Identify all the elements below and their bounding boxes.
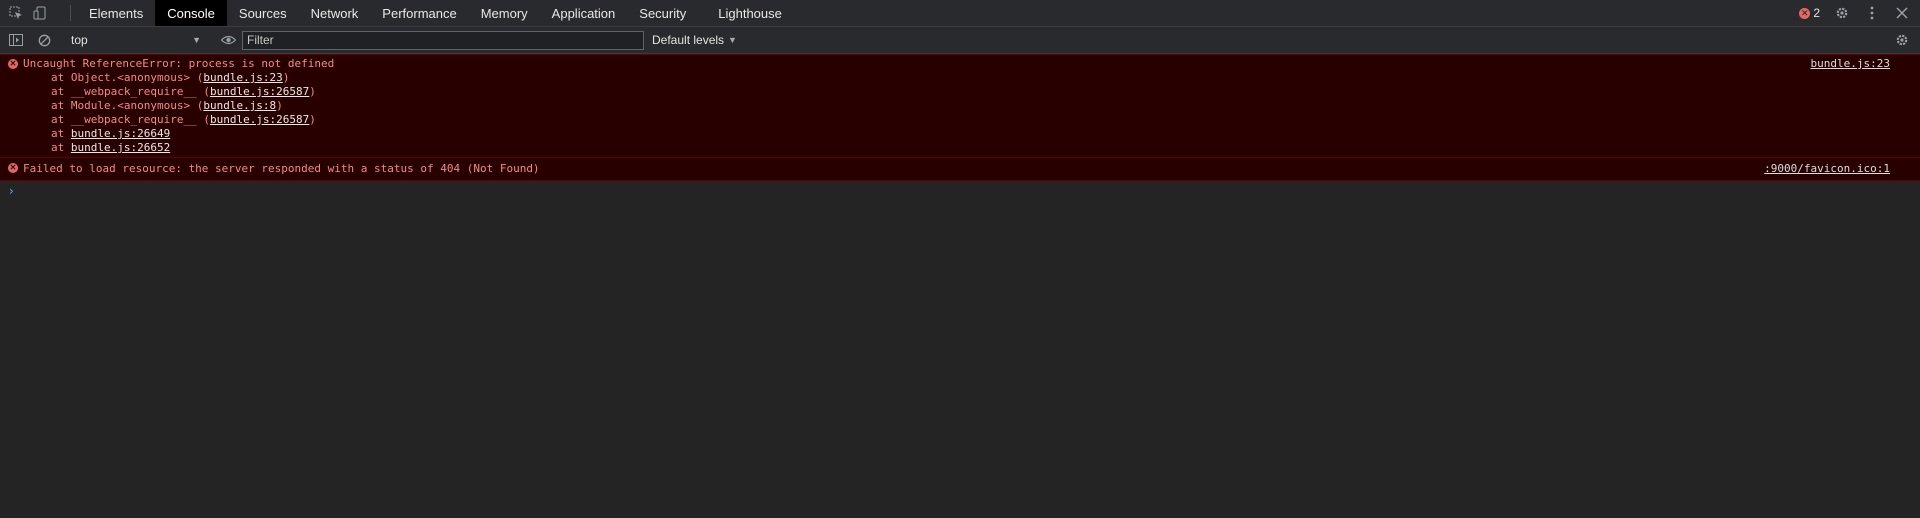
frame-text: at [51,141,71,154]
stack-frame: at __webpack_require__ (bundle.js:26587) [23,113,1920,127]
close-icon[interactable] [1894,5,1910,21]
tab-memory[interactable]: Memory [469,0,540,26]
devtools-toolbar: Elements Console Sources Network Perform… [0,0,1920,27]
frame-text: at Object.<anonymous> ( [51,71,204,84]
tab-network[interactable]: Network [299,0,371,26]
tab-sources[interactable]: Sources [227,0,299,26]
error-icon: ✕ [8,163,18,173]
dropdown-caret-icon: ▼ [728,35,737,45]
error-text: Failed to load resource: the server resp… [23,162,540,175]
frame-link[interactable]: bundle.js:26652 [71,141,170,154]
frame-text: at __webpack_require__ ( [51,113,210,126]
context-selector[interactable]: top ▼ [65,33,207,47]
error-icon: ✕ [8,59,18,69]
more-vert-icon[interactable] [1864,5,1880,21]
log-levels-label: Default levels [652,33,725,47]
log-levels-dropdown[interactable]: Default levels ▼ [652,33,737,47]
panel-tabs: Elements Console Sources Network Perform… [77,0,794,26]
console-prompt[interactable]: › [0,181,1920,198]
stack-frame: at bundle.js:26649 [23,127,1920,141]
frame-text: at [51,127,71,140]
frame-suffix: ) [282,71,290,84]
stack-frame: at Module.<anonymous> (bundle.js:8) [23,99,1920,113]
gear-icon[interactable] [1834,5,1850,21]
frame-link[interactable]: bundle.js:8 [203,99,276,112]
frame-suffix: ) [276,99,283,112]
eye-icon[interactable] [220,32,236,48]
toolbar-divider [70,5,71,21]
stack-frame: at bundle.js:26652 [23,141,1920,155]
error-icon: ✕ [1799,7,1811,19]
context-value: top [71,33,88,47]
console-filter-bar: top ▼ Default levels ▼ [0,27,1920,54]
gear-icon[interactable] [1894,32,1910,48]
dropdown-caret-icon: ▼ [192,35,201,45]
error-text: Uncaught ReferenceError: process is not … [23,57,335,70]
tab-security[interactable]: Security [627,0,698,26]
frame-link[interactable]: bundle.js:26649 [71,127,170,140]
console-error-message: ✕ Failed to load resource: the server re… [0,158,1920,181]
stack-frame: at Object.<anonymous> (bundle.js:23) [23,71,1920,85]
tab-console[interactable]: Console [155,0,227,26]
clear-console-icon[interactable] [36,32,52,48]
sidebar-toggle-icon[interactable] [8,32,24,48]
source-link[interactable]: :9000/favicon.ico:1 [1764,162,1890,176]
frame-link[interactable]: bundle.js:26587 [210,85,309,98]
tab-lighthouse[interactable]: Lighthouse [698,0,794,26]
frame-link[interactable]: bundle.js:23 [203,71,282,84]
frame-suffix: ) [309,113,316,126]
inspect-element-icon[interactable] [8,5,24,21]
tab-performance[interactable]: Performance [370,0,468,26]
frame-text: at __webpack_require__ ( [51,85,210,98]
error-count-button[interactable]: ✕ 2 [1799,6,1820,20]
frame-suffix: ) [309,85,316,98]
filterbar-right [1894,32,1920,48]
toolbar-right: ✕ 2 [1799,0,1920,26]
console-error-message: ✕ Uncaught ReferenceError: process is no… [0,54,1920,158]
error-count: 2 [1813,6,1820,20]
stack-frame: at __webpack_require__ (bundle.js:26587) [23,85,1920,99]
source-link[interactable]: bundle.js:23 [1811,57,1890,71]
tab-elements[interactable]: Elements [77,0,155,26]
frame-text: at Module.<anonymous> ( [51,99,204,112]
toolbar-icon-group [0,0,64,26]
console-messages: ✕ Uncaught ReferenceError: process is no… [0,54,1920,198]
tab-application[interactable]: Application [540,0,628,26]
prompt-chevron-icon: › [9,184,14,198]
device-toolbar-icon[interactable] [32,5,48,21]
filter-input[interactable] [242,30,644,50]
frame-link[interactable]: bundle.js:26587 [210,113,309,126]
